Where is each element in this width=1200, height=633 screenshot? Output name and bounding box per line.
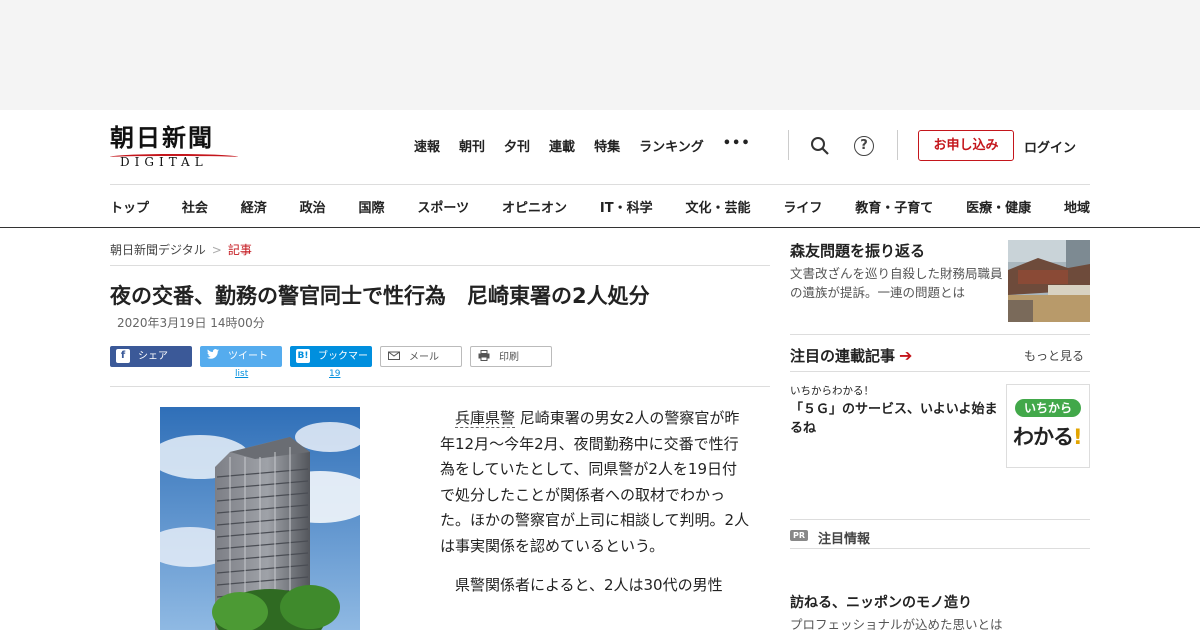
nav-item-tokushu[interactable]: 特集 (594, 136, 620, 156)
article-photo[interactable] (160, 407, 360, 630)
twitter-bird-icon (206, 349, 220, 363)
nav-item-sokuho[interactable]: 速報 (414, 136, 440, 156)
divider (790, 371, 1090, 372)
series-logo-word: わかる! (1013, 421, 1083, 451)
twitter-share-button[interactable]: ツイート (200, 346, 282, 367)
pr-item-title[interactable]: 訪ねる、ニッポンのモノ造り (790, 592, 972, 612)
ad-banner-area (0, 0, 1200, 110)
facebook-share-label: シェア (138, 351, 168, 362)
breadcrumb-separator: > (211, 243, 222, 257)
breadcrumb-current[interactable]: 記事 (228, 243, 252, 257)
category-politics[interactable]: 政治 (300, 197, 326, 216)
divider (110, 184, 1090, 185)
series-article-link[interactable]: 「５Ｇ」のサービス、いよいよ始まるね (790, 400, 1002, 438)
category-it-science[interactable]: IT・科学 (600, 197, 653, 216)
mail-share-button[interactable]: メール (380, 346, 462, 367)
breadcrumb-home[interactable]: 朝日新聞デジタル (110, 243, 206, 257)
help-icon[interactable]: ? (854, 136, 874, 156)
category-economy[interactable]: 経済 (241, 197, 267, 216)
breadcrumb: 朝日新聞デジタル > 記事 (110, 241, 252, 258)
series-thumbnail[interactable]: いちから わかる! (1006, 384, 1090, 468)
article-title: 夜の交番、勤務の警官同士で性行為 尼崎東署の2人処分 (110, 284, 650, 308)
hatena-count-link[interactable]: 19 (329, 369, 340, 379)
series-logo-text: わかる (1013, 425, 1074, 449)
category-nav: トップ 社会 経済 政治 国際 スポーツ オピニオン IT・科学 文化・芸能 ラ… (110, 197, 1090, 216)
series-section-title[interactable]: 注目の連載記事 ➔ (790, 345, 912, 366)
category-health[interactable]: 医療・健康 (966, 197, 1031, 216)
divider (897, 130, 898, 160)
feature-thumbnail[interactable] (1008, 240, 1090, 322)
category-education[interactable]: 教育・子育て (855, 197, 933, 216)
paragraph-text: 尼崎東署の男女2人の警察官が昨年12月～今年2月、夜間勤務中に交番で性行為をして… (440, 409, 750, 555)
printer-icon (477, 350, 491, 364)
site-header: 朝日新聞 DIGITAL 速報 朝刊 夕刊 連載 特集 ランキング ••• ? … (0, 110, 1200, 228)
pr-section-title: 注目情報 (818, 532, 871, 547)
feature-title[interactable]: 森友問題を振り返る (790, 240, 925, 261)
divider (110, 386, 770, 387)
facebook-share-button[interactable]: f シェア (110, 346, 192, 367)
twitter-share-label: ツイート (228, 351, 268, 362)
login-link[interactable]: ログイン (1024, 137, 1076, 156)
facebook-icon: f (116, 349, 130, 363)
tag-link[interactable]: 兵庫県警 (455, 409, 516, 428)
divider (790, 548, 1090, 549)
divider (790, 519, 1090, 520)
hatena-bookmark-button[interactable]: B! ブックマーク (290, 346, 372, 383)
category-international[interactable]: 国際 (359, 197, 385, 216)
divider (790, 334, 1090, 335)
category-opinion[interactable]: オピニオン (502, 197, 567, 216)
category-life[interactable]: ライフ (783, 197, 822, 216)
top-nav: 速報 朝刊 夕刊 連載 特集 ランキング ••• (414, 136, 770, 156)
see-more-link[interactable]: もっと見る (1024, 347, 1084, 364)
mail-share-label: メール (409, 352, 439, 363)
category-region[interactable]: 地域 (1064, 197, 1090, 216)
article-paragraph: 兵庫県警 尼崎東署の男女2人の警察官が昨年12月～今年2月、夜間勤務中に交番で性… (440, 406, 750, 559)
more-menu-icon[interactable]: ••• (723, 136, 751, 156)
category-culture[interactable]: 文化・芸能 (685, 197, 750, 216)
nav-item-choukan[interactable]: 朝刊 (459, 136, 485, 156)
category-top[interactable]: トップ (110, 197, 149, 216)
article-date: 2020年3月19日 14時00分 (117, 316, 265, 330)
divider (110, 265, 770, 266)
nav-item-yuukan[interactable]: 夕刊 (504, 136, 530, 156)
nav-item-rensai[interactable]: 連載 (549, 136, 575, 156)
divider (788, 130, 789, 160)
series-logo-badge: いちから (1015, 399, 1081, 417)
article-body: 兵庫県警 尼崎東署の男女2人の警察官が昨年12月～今年2月、夜間勤務中に交番で性… (440, 406, 750, 613)
feature-description[interactable]: 文書改ざんを巡り自殺した財務局職員の遺族が提訴。一連の問題とは (790, 264, 1005, 302)
pr-badge: PR (790, 530, 809, 541)
twitter-count-link[interactable]: list (235, 369, 248, 379)
pr-item-description[interactable]: プロフェッショナルが込めた思いとは (790, 614, 1003, 633)
series-logo-mark: ! (1073, 425, 1083, 449)
category-society[interactable]: 社会 (182, 197, 208, 216)
print-label: 印刷 (499, 352, 519, 363)
article-paragraph: 県警関係者によると、2人は30代の男性 (455, 576, 723, 594)
search-icon[interactable] (810, 136, 830, 156)
logo-wordmark: 朝日新聞 (110, 123, 214, 152)
category-sports[interactable]: スポーツ (417, 197, 469, 216)
hatena-bookmark-icon: B! (296, 349, 310, 363)
nav-item-ranking[interactable]: ランキング (639, 136, 704, 156)
series-kicker: いちからわかる！ (790, 385, 874, 397)
logo[interactable]: 朝日新聞 DIGITAL (110, 124, 245, 170)
subscribe-button[interactable]: お申し込み (918, 130, 1014, 161)
series-title-text: 注目の連載記事 (790, 347, 896, 365)
mail-icon (387, 350, 401, 364)
arrow-right-icon: ➔ (899, 346, 913, 365)
print-button[interactable]: 印刷 (470, 346, 552, 367)
logo-subtitle: DIGITAL (120, 155, 208, 169)
